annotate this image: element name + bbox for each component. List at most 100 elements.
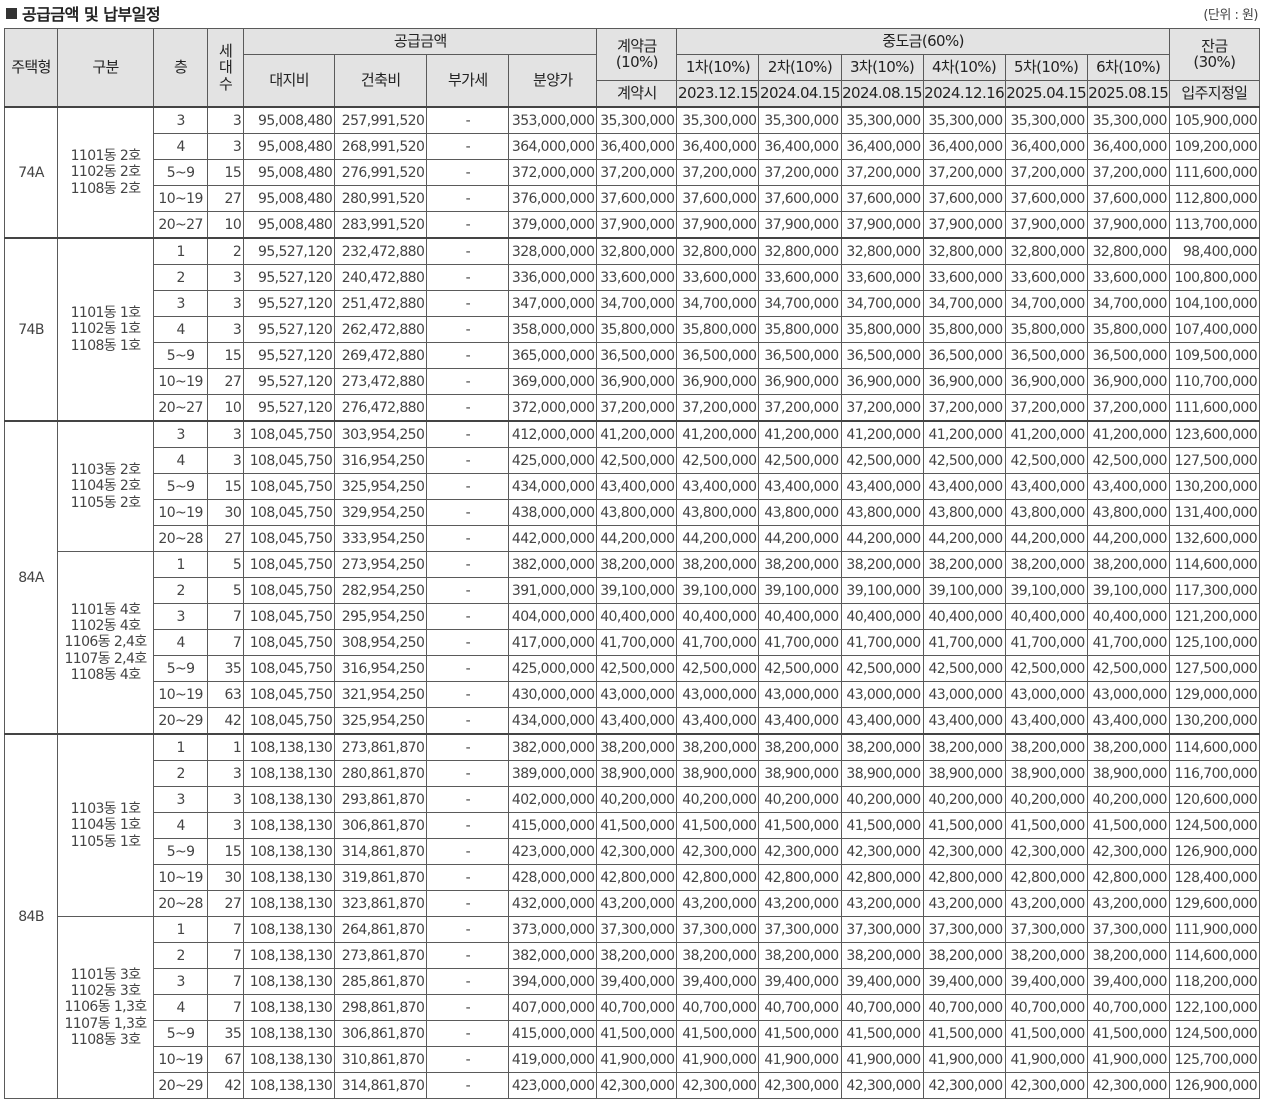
deposit-cell: 40,200,000 — [596, 786, 678, 813]
header-mid-1: 1차(10%) — [676, 54, 760, 81]
floor-cell: 10~19 — [153, 1046, 209, 1073]
land-cost-cell: 95,008,480 — [243, 133, 336, 160]
unit-type-cell: 84A — [3, 420, 59, 735]
sale-price-cell: 382,000,000 — [508, 942, 598, 969]
balance-cell: 117,300,000 — [1168, 577, 1261, 604]
deposit-cell: 40,400,000 — [596, 603, 678, 630]
table-row: 1101동 4호 1102동 4호 1106동 2,4호 1107동 2,4호 … — [5, 551, 1261, 735]
units-cell: 3 — [207, 447, 245, 474]
deposit-cell: 35,800,000 — [596, 316, 678, 343]
middle-payment-cell: 43,200,000 — [758, 890, 842, 917]
floor-cell: 4 — [153, 447, 209, 474]
middle-payment-cell: 37,200,000 — [922, 159, 1006, 186]
middle-payment-cell: 42,500,000 — [1004, 447, 1088, 474]
table-body: 74A 1101동 2호 1102동 2호 1108동 2호 3 3 95,008,48… — [3, 106, 1261, 1099]
sale-price-cell: 428,000,000 — [508, 864, 598, 891]
middle-payment-cell: 35,800,000 — [1004, 316, 1088, 343]
square-bullet-icon — [6, 8, 17, 19]
table-row: 20~28 27 108,045,750 333,954,250-442,000,00… — [5, 525, 1261, 552]
middle-payment-cell: 33,600,000 — [1086, 264, 1170, 291]
balance-cell: 122,100,000 — [1168, 994, 1261, 1021]
middle-payment-cell: 37,200,000 — [1086, 394, 1170, 422]
balance-cell: 109,200,000 — [1168, 133, 1261, 160]
sale-price-cell: 353,000,000 — [508, 106, 598, 134]
vat-cell: - — [426, 290, 510, 317]
middle-payment-cell: 35,800,000 — [758, 316, 842, 343]
middle-payment-cell: 38,200,000 — [676, 551, 760, 578]
vat-cell: - — [426, 890, 510, 917]
table-row: 4 7 108,138,130 298,861,870-407,000,000 40,7… — [5, 994, 1261, 1021]
middle-payment-cell: 40,200,000 — [758, 786, 842, 813]
table-row: 4 3 108,138,130 306,861,870-415,000,000 41,5… — [5, 812, 1261, 839]
sale-price-cell: 432,000,000 — [508, 890, 598, 917]
middle-payment-cell: 36,500,000 — [840, 342, 924, 369]
middle-payment-cell: 40,700,000 — [840, 994, 924, 1021]
units-cell: 7 — [207, 629, 245, 656]
middle-payment-cell: 39,100,000 — [840, 577, 924, 604]
floor-cell: 20~28 — [153, 890, 209, 917]
floor-cell: 10~19 — [153, 185, 209, 212]
middle-payment-cell: 43,000,000 — [922, 681, 1006, 708]
floor-cell: 5~9 — [153, 342, 209, 369]
build-cost-cell: 329,954,250 — [334, 499, 428, 526]
vat-cell: - — [426, 368, 510, 395]
middle-payment-cell: 40,200,000 — [676, 786, 760, 813]
middle-payment-cell: 40,700,000 — [1086, 994, 1170, 1021]
middle-payment-cell: 37,300,000 — [676, 916, 760, 943]
balance-cell: 127,500,000 — [1168, 447, 1261, 474]
header-deposit: 계약금 (10%) — [596, 28, 678, 81]
land-cost-cell: 95,527,120 — [243, 368, 336, 395]
middle-payment-cell: 43,000,000 — [1086, 681, 1170, 708]
floor-cell: 20~27 — [153, 394, 209, 422]
middle-payment-cell: 40,700,000 — [922, 994, 1006, 1021]
unit-type-cell: 84B — [3, 733, 59, 1099]
table-row: 74A 1101동 2호 1102동 2호 1108동 2호 3 3 95,008,48… — [3, 106, 1261, 239]
units-cell: 3 — [207, 316, 245, 343]
sale-price-cell: 379,000,000 — [508, 211, 598, 239]
vat-cell: - — [426, 525, 510, 552]
sale-price-cell: 425,000,000 — [508, 447, 598, 474]
middle-payment-cell: 39,400,000 — [840, 968, 924, 995]
middle-payment-cell: 43,400,000 — [922, 707, 1006, 735]
middle-payment-cell: 36,400,000 — [1004, 133, 1088, 160]
floor-cell: 5~9 — [153, 1020, 209, 1047]
vat-cell: - — [426, 447, 510, 474]
deposit-cell: 37,900,000 — [596, 211, 678, 239]
deposit-cell: 42,500,000 — [596, 655, 678, 682]
build-cost-cell: 310,861,870 — [334, 1046, 428, 1073]
sale-price-cell: 434,000,000 — [508, 707, 598, 735]
middle-payment-cell: 32,800,000 — [922, 237, 1006, 265]
balance-cell: 110,700,000 — [1168, 368, 1261, 395]
vat-cell: - — [426, 1046, 510, 1073]
land-cost-cell: 95,008,480 — [243, 106, 336, 134]
header-date-6: 2025.08.15 — [1086, 80, 1170, 108]
middle-payment-cell: 42,800,000 — [676, 864, 760, 891]
floor-cell: 3 — [153, 603, 209, 630]
middle-payment-cell: 42,500,000 — [1004, 655, 1088, 682]
table-row: 1101동 3호 1102동 3호 1106동 1,3호 1107동 1,3호 … — [5, 916, 1261, 1099]
table-row: 10~19 30 108,138,130 319,861,870-428,000,00… — [5, 864, 1261, 891]
middle-payment-cell: 42,500,000 — [676, 655, 760, 682]
units-cell: 35 — [207, 655, 245, 682]
deposit-cell: 43,000,000 — [596, 681, 678, 708]
header-price: 분양가 — [508, 54, 598, 108]
middle-payment-cell: 41,200,000 — [676, 420, 760, 448]
floor-cell: 4 — [153, 133, 209, 160]
land-cost-cell: 108,045,750 — [243, 655, 336, 682]
table-row: 3 3 108,138,130 293,861,870-402,000,000 40,2… — [5, 786, 1261, 813]
table-row: 2 7 108,138,130 273,861,870-382,000,000 38,2… — [5, 942, 1261, 969]
land-cost-cell: 108,045,750 — [243, 603, 336, 630]
middle-payment-cell: 37,900,000 — [676, 211, 760, 239]
header-units: 세 대 수 — [207, 28, 245, 108]
middle-payment-cell: 40,200,000 — [1004, 786, 1088, 813]
build-cost-cell: 308,954,250 — [334, 629, 428, 656]
middle-payment-cell: 36,500,000 — [1086, 342, 1170, 369]
build-cost-cell: 268,991,520 — [334, 133, 428, 160]
middle-payment-cell: 44,200,000 — [758, 525, 842, 552]
build-cost-cell: 333,954,250 — [334, 525, 428, 552]
middle-payment-cell: 43,200,000 — [1004, 890, 1088, 917]
units-cell: 15 — [207, 342, 245, 369]
middle-payment-cell: 43,400,000 — [676, 473, 760, 500]
middle-payment-cell: 38,900,000 — [922, 760, 1006, 787]
vat-cell: - — [426, 551, 510, 578]
